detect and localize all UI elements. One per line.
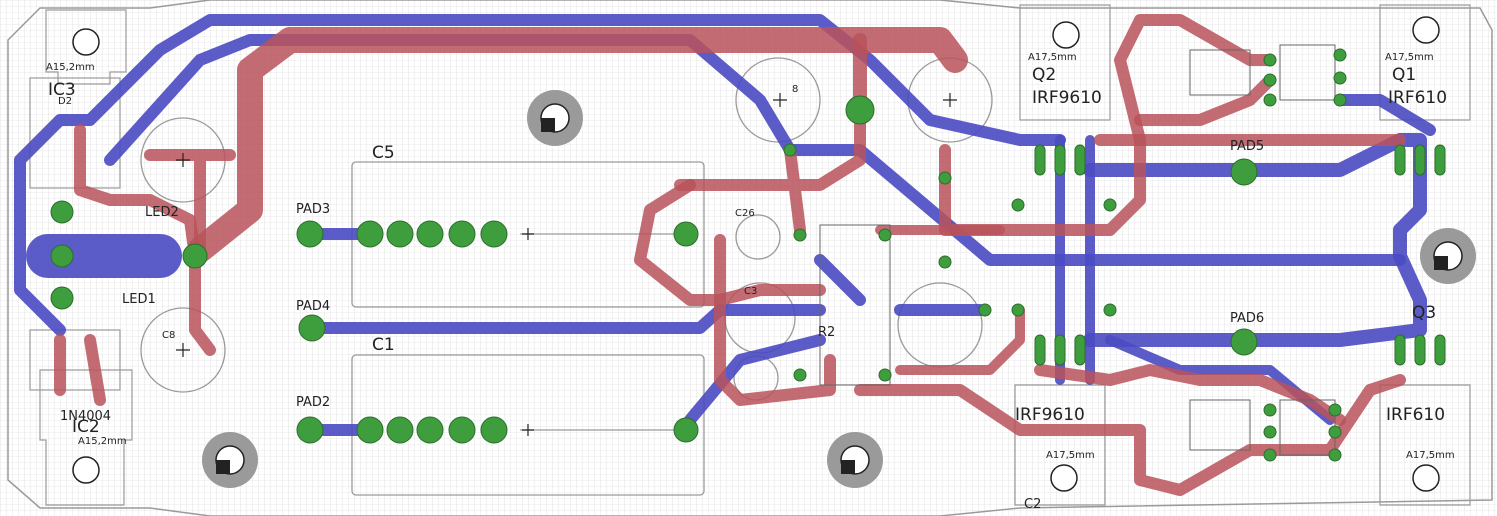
mount-hole-4 [1420, 228, 1476, 284]
mount-hole-2 [202, 432, 258, 488]
label-hs-ic3: A15,2mm [46, 62, 95, 73]
label-pad3: PAD3 [296, 202, 330, 217]
ic3-pins [50, 200, 74, 310]
pcb-canvas: IC3 IC2 D2 LED2 LED1 C8 C5 C1 C26 C3 R2 … [0, 0, 1497, 516]
label-pad6: PAD6 [1230, 311, 1264, 326]
label-irf610-top: IRF610 [1388, 88, 1447, 108]
label-hs-q1: A17,5mm [1385, 52, 1434, 63]
heatsink-hole-q1 [1412, 16, 1440, 44]
label-c1: C1 [372, 335, 395, 355]
pad6 [1230, 328, 1258, 356]
heatsink-hole-br [1412, 464, 1440, 492]
label-c3: C3 [744, 286, 757, 297]
pad-c1-lead [673, 417, 699, 443]
label-c5: C5 [372, 143, 395, 163]
label-q3: Q3 [1412, 303, 1436, 323]
label-1n4004: 1N4004 [60, 409, 111, 424]
label-hs-bl: A17,5mm [1046, 450, 1095, 461]
pad-mid-top [845, 95, 875, 125]
label-led2: LED2 [145, 205, 179, 220]
heatsink-hole-bl [1050, 464, 1078, 492]
pad-c5-lead [673, 221, 699, 247]
heatsink-hole-ic2 [72, 456, 100, 484]
label-c8: C8 [162, 330, 175, 341]
label-pad4: PAD4 [296, 299, 330, 314]
label-irf9610-top: IRF9610 [1032, 88, 1102, 108]
label-hs-br: A17,5mm [1406, 450, 1455, 461]
label-irf9610-bot: IRF9610 [1015, 405, 1085, 425]
pcb-layout-view: IC3 IC2 D2 LED2 LED1 C8 C5 C1 C26 C3 R2 … [0, 0, 1497, 516]
label-irf610-bot: IRF610 [1386, 405, 1445, 425]
heatsink-hole-q2 [1052, 21, 1080, 49]
label-r2: R2 [818, 325, 835, 340]
mount-hole-3 [827, 432, 883, 488]
label-pad2: PAD2 [296, 395, 330, 410]
label-r8: 8 [792, 84, 798, 95]
label-c2: C2 [1024, 497, 1041, 512]
label-pad5: PAD5 [1230, 139, 1264, 154]
label-q2: Q2 [1032, 65, 1056, 85]
heatsink-hole-ic3 [72, 28, 100, 56]
mount-hole-1 [527, 90, 583, 146]
pad-left-center [182, 243, 208, 269]
label-led1: LED1 [122, 292, 156, 307]
label-c26: C26 [735, 208, 755, 219]
label-d2: D2 [58, 96, 72, 107]
pad4 [298, 314, 326, 342]
label-hs-q2: A17,5mm [1028, 52, 1077, 63]
pad5 [1230, 158, 1258, 186]
label-q1: Q1 [1392, 65, 1416, 85]
label-hs-ic2: A15,2mm [78, 436, 127, 447]
